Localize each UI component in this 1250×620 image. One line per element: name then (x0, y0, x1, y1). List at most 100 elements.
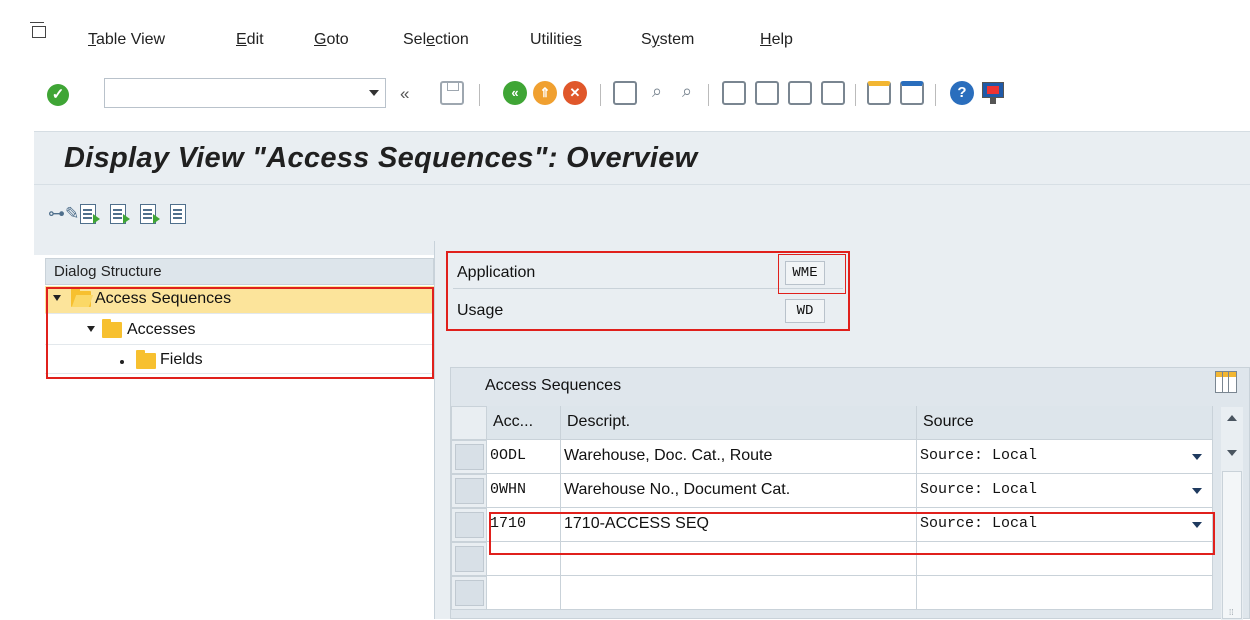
menu-help[interactable]: Help (760, 31, 793, 49)
menu-edit[interactable]: Edit (236, 31, 264, 49)
next-page-icon[interactable] (788, 81, 812, 105)
cell-source[interactable] (917, 576, 1213, 610)
usage-value[interactable]: WD (785, 299, 825, 323)
row-selector-button[interactable] (455, 444, 484, 470)
cell-descript[interactable]: Warehouse No., Document Cat. (561, 474, 917, 508)
exit-icon[interactable]: ⇑ (533, 81, 557, 105)
select-all-rows[interactable] (451, 406, 487, 440)
usage-label: Usage (457, 302, 504, 319)
access-sequences-table: Access Sequences Acc... Descript. Source… (450, 367, 1250, 620)
cell-source[interactable]: Source: Local (917, 474, 1213, 508)
dropdown-arrow-icon[interactable] (1192, 454, 1202, 460)
source-value: Source: Local (920, 515, 1038, 532)
column-header-descript[interactable]: Descript. (561, 406, 917, 440)
deselect-all-icon[interactable] (138, 203, 160, 225)
find-next-icon[interactable]: ⌕ (675, 81, 699, 105)
open-folder-icon (71, 288, 91, 307)
double-chevron-icon[interactable]: « (400, 84, 409, 104)
row-selector[interactable] (451, 542, 487, 576)
cell-descript[interactable] (561, 542, 917, 576)
select-all-icon[interactable] (78, 203, 100, 225)
table-title: Access Sequences (485, 377, 622, 394)
menu-selection[interactable]: Selection (403, 31, 469, 49)
last-page-icon[interactable] (821, 81, 845, 105)
row-selector[interactable] (451, 474, 487, 508)
row-selector[interactable] (451, 576, 487, 610)
print-icon[interactable] (613, 81, 637, 105)
change-display-icon[interactable]: ⊶✎ (48, 204, 79, 224)
tree-node-fields[interactable]: Fields (45, 348, 434, 374)
scroll-grip-icon[interactable]: ⁞⁞ (1229, 608, 1233, 617)
dropdown-arrow-icon[interactable] (1192, 488, 1202, 494)
application-value[interactable]: WME (785, 261, 825, 285)
toolbar-separator (855, 84, 856, 106)
panel-header-bg (34, 241, 434, 255)
toolbar-separator (708, 84, 709, 106)
folder-icon (102, 319, 122, 338)
select-block-icon[interactable] (108, 203, 130, 225)
row-selector-button[interactable] (455, 546, 484, 572)
cell-acc[interactable]: 1710 (487, 508, 561, 542)
customize-layout-icon[interactable] (981, 81, 1005, 105)
menu-toggle-icon[interactable] (30, 22, 46, 38)
scroll-track[interactable]: ⁞⁞ (1222, 471, 1242, 619)
application-label: Application (457, 264, 536, 281)
vertical-scrollbar[interactable]: ⁞⁞ (1221, 407, 1243, 620)
source-value: Source: Local (920, 481, 1038, 498)
command-dropdown-icon[interactable] (369, 90, 379, 96)
menu-system[interactable]: System (641, 31, 694, 49)
row-selector[interactable] (451, 440, 487, 474)
cancel-icon[interactable]: ✕ (563, 81, 587, 105)
column-header-source[interactable]: Source (917, 406, 1213, 440)
tree-node-access-sequences[interactable]: Access Sequences (45, 286, 434, 314)
shortcut-icon[interactable] (900, 81, 924, 105)
divider (34, 184, 1250, 185)
menu-utilities[interactable]: Utilities (530, 31, 582, 49)
row-selector-button[interactable] (455, 478, 484, 504)
detail-area: Application WME Usage WD Access Sequence… (435, 241, 1250, 620)
dialog-structure-panel: Dialog Structure Access Sequences Access… (34, 241, 435, 619)
create-session-icon[interactable] (867, 81, 891, 105)
column-settings-icon[interactable] (1215, 371, 1237, 393)
menu-table-view[interactable]: Table View (88, 31, 165, 49)
expand-triangle-icon[interactable] (87, 326, 95, 332)
cell-source[interactable]: Source: Local (917, 440, 1213, 474)
title-area: Display View "Access Sequences": Overvie… (34, 131, 1250, 242)
scroll-up-icon[interactable] (1227, 415, 1237, 421)
back-icon[interactable]: « (503, 81, 527, 105)
tree-node-label[interactable]: Accesses (127, 321, 195, 339)
row-selector-button[interactable] (455, 580, 484, 606)
command-input[interactable] (109, 80, 353, 108)
expand-triangle-icon[interactable] (53, 295, 61, 301)
row-selector-button[interactable] (455, 512, 484, 538)
column-header-acc[interactable]: Acc... (487, 406, 561, 440)
leaf-bullet-icon (120, 360, 124, 364)
cell-source[interactable]: Source: Local (917, 508, 1213, 542)
help-icon[interactable]: ? (950, 81, 974, 105)
dropdown-arrow-icon[interactable] (1192, 522, 1202, 528)
tree-node-accesses[interactable]: Accesses (45, 317, 434, 345)
cell-acc[interactable]: 0ODL (487, 440, 561, 474)
cell-descript[interactable]: 1710-ACCESS SEQ (561, 508, 917, 542)
cell-source[interactable] (917, 542, 1213, 576)
folder-icon (136, 350, 156, 369)
enter-icon[interactable]: ✓ (47, 84, 69, 106)
tree-node-label[interactable]: Access Sequences (95, 290, 231, 308)
details-icon[interactable] (168, 203, 190, 225)
cell-acc[interactable] (487, 576, 561, 610)
command-field[interactable] (104, 78, 386, 108)
first-page-icon[interactable] (722, 81, 746, 105)
previous-page-icon[interactable] (755, 81, 779, 105)
row-selector[interactable] (451, 508, 487, 542)
find-icon[interactable]: ⌕ (645, 81, 669, 105)
tree-node-label[interactable]: Fields (160, 351, 203, 369)
cell-descript[interactable] (561, 576, 917, 610)
save-icon[interactable] (440, 81, 464, 105)
scroll-down-icon[interactable] (1227, 450, 1237, 456)
menu-goto[interactable]: Goto (314, 31, 349, 49)
cell-acc[interactable] (487, 542, 561, 576)
application-field-row: Application WME (453, 256, 843, 289)
page-title: Display View "Access Sequences": Overvie… (64, 142, 698, 174)
cell-descript[interactable]: Warehouse, Doc. Cat., Route (561, 440, 917, 474)
cell-acc[interactable]: 0WHN (487, 474, 561, 508)
